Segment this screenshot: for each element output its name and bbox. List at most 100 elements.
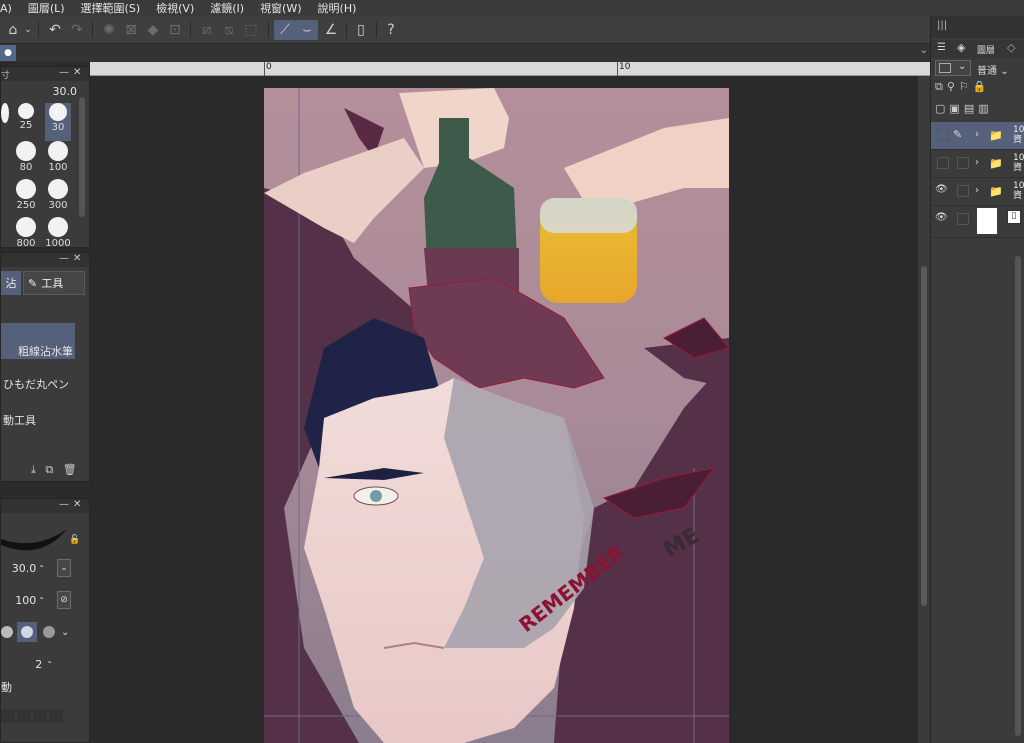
opacity-pressure-icon[interactable]: ⊘	[57, 591, 71, 609]
brush-shape-blur[interactable]	[43, 626, 55, 638]
artwork-canvas[interactable]: REMEMBER ME	[264, 88, 729, 743]
visibility-toggle[interactable]	[937, 157, 949, 169]
scrollbar-thumb[interactable]	[921, 266, 927, 606]
chevron-right-icon[interactable]: ›	[975, 129, 979, 140]
layer-scrollbar[interactable]	[1015, 256, 1021, 736]
close-icon[interactable]: ✕	[73, 67, 81, 78]
canvas-tab[interactable]: ●	[0, 45, 16, 61]
fill-icon[interactable]: ◆	[142, 20, 164, 40]
property-swatches	[1, 709, 71, 725]
brush-shape-soft[interactable]	[17, 622, 37, 642]
menu-icon[interactable]: ☰	[937, 42, 946, 53]
lock-toggle[interactable]	[957, 213, 969, 225]
brush-size-item[interactable]: 800	[13, 217, 39, 255]
brush-shape-hard[interactable]	[1, 626, 13, 638]
loading-icon[interactable]: ✺	[98, 20, 120, 40]
undo-icon[interactable]: ↶	[44, 20, 66, 40]
opacity-field[interactable]: 100 ⌃	[1, 589, 45, 611]
draft-icon[interactable]: ⚐	[959, 80, 973, 93]
brush-size-item[interactable]: 1000	[45, 217, 71, 255]
menu-item-filter[interactable]: 濾鏡(I)	[202, 0, 252, 16]
tab-layers[interactable]: 圖層	[977, 43, 995, 56]
tool-item-thick-dip-pen[interactable]: 粗線沾水筆	[1, 323, 75, 359]
brush-size-item[interactable]: 25	[13, 103, 39, 141]
tab-tools[interactable]: ✎ 工具	[23, 271, 85, 295]
layer-row[interactable]: ✎ › 📁 10 資	[931, 122, 1024, 150]
vertical-scrollbar[interactable]	[918, 76, 930, 743]
brush-size-item[interactable]: 300	[45, 179, 71, 217]
lock-icon[interactable]: 🔓	[69, 535, 80, 545]
new-raster-layer-icon[interactable]: ▢	[935, 102, 949, 115]
invert-icon[interactable]: ⧅	[218, 20, 240, 40]
redo-icon[interactable]: ↷	[66, 20, 88, 40]
chevron-down-icon[interactable]: ⌄	[61, 627, 69, 638]
minimize-icon[interactable]: —	[59, 67, 69, 78]
menu-item-a[interactable]: A)	[0, 2, 20, 15]
new-folder-icon[interactable]: ▤	[964, 102, 978, 115]
curve-snap-icon[interactable]: ⌣	[296, 20, 318, 40]
brush-size-panel-header: 寸 — ✕	[1, 67, 89, 81]
lock-toggle[interactable]	[957, 185, 969, 197]
layer-color-dropdown[interactable]: ⌄	[935, 60, 971, 76]
tool-item-auto-tool[interactable]: 動工具	[1, 409, 75, 431]
device-icon[interactable]: ▯	[350, 20, 372, 40]
brush-size-item[interactable]: 250	[13, 179, 39, 217]
delete-icon[interactable]: 🗑	[63, 463, 77, 476]
minimize-icon[interactable]: —	[59, 499, 69, 510]
chevron-down-icon[interactable]: ⌄	[22, 20, 34, 40]
delete-layer-icon[interactable]: ▥	[978, 102, 992, 115]
brush-size-item[interactable]: 100	[45, 141, 71, 179]
brush-size-scrollbar[interactable]	[79, 97, 85, 217]
clip-icon[interactable]: ⧉	[935, 80, 947, 93]
close-icon[interactable]: ✕	[73, 499, 81, 510]
brush-size-item[interactable]: 80	[13, 141, 39, 179]
chevron-right-icon[interactable]: ›	[975, 157, 979, 168]
layer-row[interactable]: 👁 › 📁 10 資	[931, 178, 1024, 206]
brush-size-item-selected[interactable]: 30	[45, 103, 71, 141]
eye-icon[interactable]: 👁	[935, 212, 948, 223]
deselect-icon[interactable]: ⧄	[196, 20, 218, 40]
import-icon[interactable]: ⤓	[31, 463, 36, 476]
menu-item-select[interactable]: 選擇範圍(S)	[73, 0, 149, 16]
grid-snap-icon[interactable]: ∠	[320, 20, 342, 40]
brush-shape-selector[interactable]: ⌄	[1, 621, 71, 643]
brush-size-field[interactable]: 30.0 ⌃	[1, 557, 45, 579]
stabilization-field[interactable]: 2 ⌃	[1, 653, 53, 675]
transform-icon[interactable]: ⊠	[120, 20, 142, 40]
crop-icon[interactable]: ⊡	[164, 20, 186, 40]
close-icon[interactable]: ✕	[73, 253, 81, 264]
layers-icon[interactable]: ◈	[957, 41, 965, 54]
canvas-area[interactable]: REMEMBER ME	[90, 76, 918, 743]
brush-size-value[interactable]: 30.0	[1, 85, 78, 101]
selection-icon[interactable]: ⬚	[240, 20, 262, 40]
tool-item-himoda-pen[interactable]: ひもだ丸ペン	[1, 373, 75, 395]
duplicate-icon[interactable]: ⧉	[45, 463, 53, 476]
menu-item-window[interactable]: 視窗(W)	[252, 0, 309, 16]
tab-dip-pen[interactable]: 沾	[1, 271, 21, 295]
blend-mode-dropdown[interactable]: 普通 ⌄	[977, 62, 1009, 77]
ref-icon[interactable]: ⚲	[947, 80, 959, 93]
clear-icon[interactable]: ⌂	[2, 20, 24, 40]
lock-toggle[interactable]	[957, 157, 969, 169]
visibility-toggle[interactable]	[937, 129, 949, 141]
eye-icon[interactable]: 👁	[935, 184, 948, 195]
new-vector-layer-icon[interactable]: ▣	[949, 102, 963, 115]
menu-item-view[interactable]: 檢視(V)	[148, 0, 202, 16]
minimize-icon[interactable]: —	[59, 253, 69, 264]
lock-icon[interactable]: 🔒	[973, 80, 991, 93]
chevron-down-icon[interactable]: ⌄	[920, 45, 928, 56]
ruler-snap-icon[interactable]: ⟋	[274, 20, 296, 40]
menu-item-layer[interactable]: 圖層(L)	[20, 0, 73, 16]
material-icon[interactable]: ◇	[1007, 41, 1015, 54]
layer-row[interactable]: 👁 ▯	[931, 206, 1024, 238]
folder-icon: 📁	[989, 185, 1003, 198]
menu-item-help[interactable]: 說明(H)	[310, 0, 365, 16]
paper-thumbnail	[977, 208, 997, 234]
chevron-right-icon[interactable]: ›	[975, 185, 979, 196]
layer-row[interactable]: › 📁 10 資	[931, 150, 1024, 178]
ruler-tick	[264, 62, 265, 76]
ruler-label-0: 0	[266, 62, 272, 72]
toolbar-separator	[346, 22, 347, 38]
help-icon[interactable]: ?	[380, 20, 402, 40]
pressure-icon[interactable]: ⌄	[57, 559, 71, 577]
